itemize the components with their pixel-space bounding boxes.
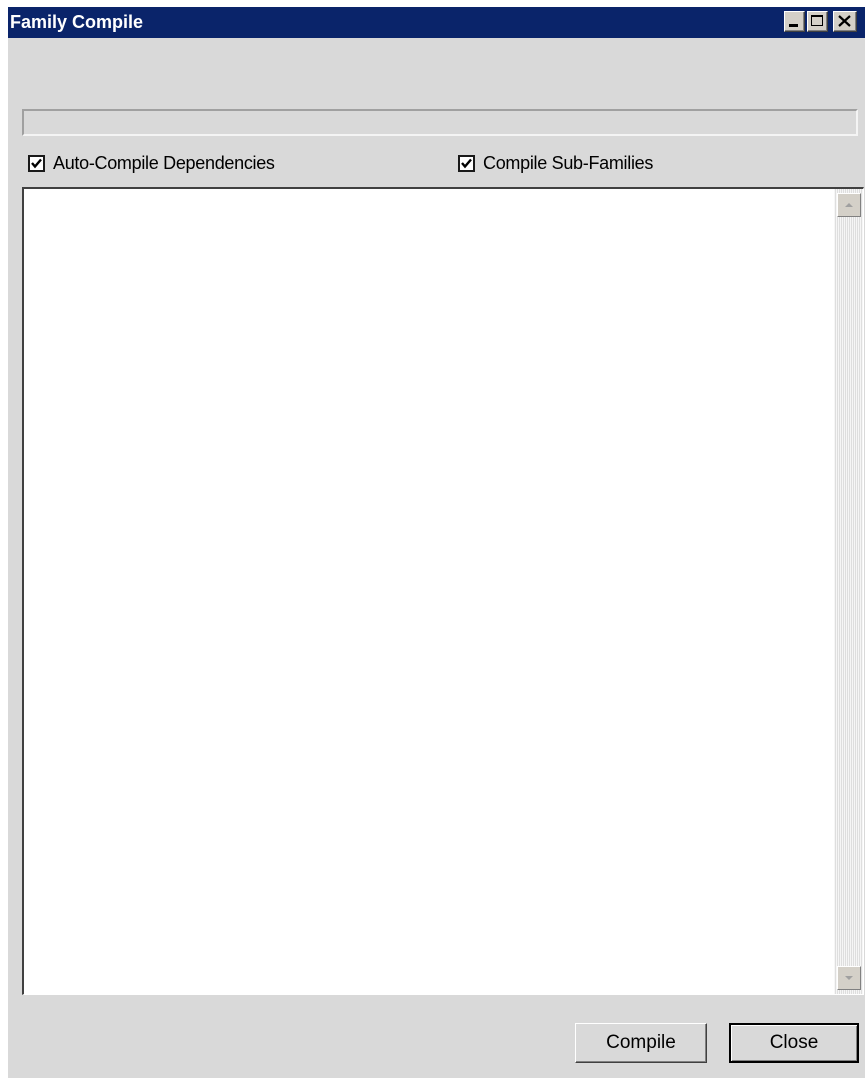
compile-sub-families-checkbox[interactable]: Compile Sub-Families [458,152,653,174]
auto-compile-label: Auto-Compile Dependencies [53,152,275,173]
compile-button[interactable]: Compile [575,1023,707,1063]
close-icon [838,15,851,27]
scroll-up-button[interactable] [837,193,861,217]
scroll-down-button[interactable] [837,966,861,990]
compile-progress-bar [22,109,858,136]
family-compile-window: Family Compile Auto-Compile Dependencies… [8,7,865,1078]
compile-output-area[interactable] [22,187,864,995]
minimize-icon [789,24,798,27]
vertical-scrollbar[interactable] [834,189,863,994]
compile-output-text [28,193,827,990]
arrow-up-icon [845,203,853,207]
maximize-button[interactable] [807,11,828,32]
arrow-down-icon [845,976,853,980]
checkmark-icon [31,158,42,168]
compile-sub-families-checkbox-box[interactable] [458,154,475,172]
checkmark-icon [461,158,472,168]
compile-sub-families-label: Compile Sub-Families [483,152,654,173]
maximize-icon [811,15,823,26]
auto-compile-checkbox-box[interactable] [28,154,45,172]
auto-compile-checkbox[interactable]: Auto-Compile Dependencies [28,152,275,174]
close-button[interactable]: Close [729,1023,859,1063]
window-title: Family Compile [10,12,144,32]
close-window-button[interactable] [833,11,857,32]
minimize-button[interactable] [784,11,805,32]
title-bar[interactable]: Family Compile [8,7,865,38]
